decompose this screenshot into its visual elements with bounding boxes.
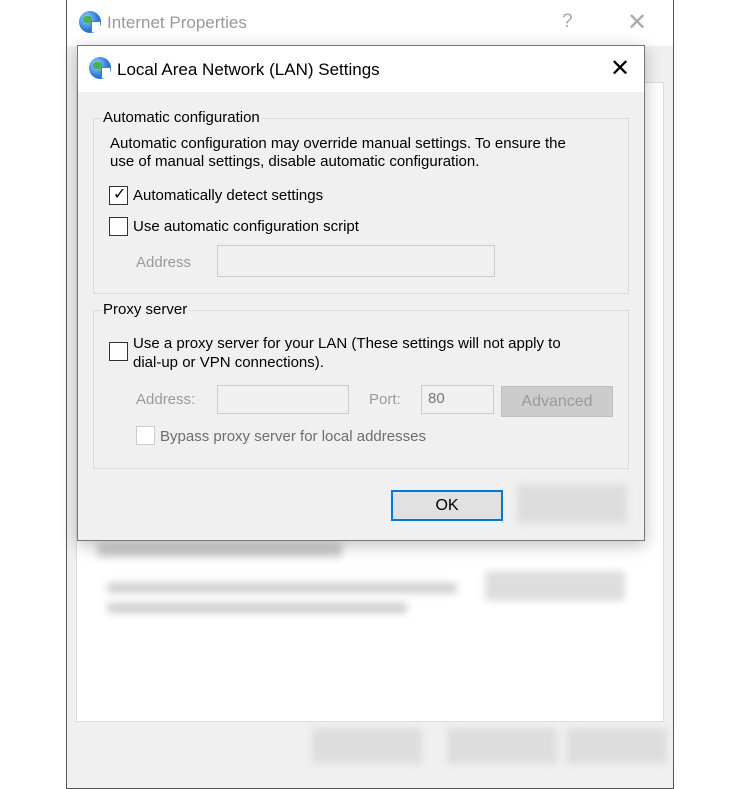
auto-config-description: use of manual settings, disable automati… [110, 153, 480, 170]
outer-window-title: Internet Properties [107, 13, 247, 32]
help-button[interactable]: ? [562, 11, 573, 33]
dialog-title: Local Area Network (LAN) Settings [117, 60, 380, 79]
port-input[interactable]: 80 [421, 385, 494, 414]
proxy-address-label: Address: [136, 391, 196, 408]
blurred-cancel-button[interactable] [517, 484, 627, 524]
internet-globe-icon [89, 57, 111, 79]
port-label: Port: [369, 391, 401, 408]
advanced-button[interactable]: Advanced [501, 386, 613, 417]
internet-globe-icon [79, 11, 101, 33]
auto-detect-checkbox[interactable]: ✓ [109, 186, 128, 205]
use-proxy-label[interactable]: Use a proxy server for your LAN (These s… [133, 335, 561, 352]
blurred-lan-settings-button[interactable] [485, 571, 625, 601]
proxy-address-input[interactable] [217, 385, 349, 414]
ok-button[interactable]: OK [391, 490, 503, 521]
lan-settings-dialog: Local Area Network (LAN) Settings ✕ Auto… [77, 45, 645, 541]
close-button[interactable]: ✕ [610, 54, 630, 83]
lan-title-bar: Local Area Network (LAN) Settings ✕ [78, 46, 644, 92]
script-address-input[interactable] [217, 245, 495, 277]
blurred-apply-button[interactable] [567, 728, 667, 764]
auto-config-description: Automatic configuration may override man… [110, 135, 566, 152]
blurred-text [107, 583, 457, 593]
blurred-ok-button[interactable] [312, 728, 422, 764]
bypass-local-label[interactable]: Bypass proxy server for local addresses [160, 428, 426, 445]
automatic-configuration-legend: Automatic configuration [101, 109, 262, 126]
use-proxy-label[interactable]: dial-up or VPN connections). [133, 354, 324, 371]
script-address-label: Address [136, 254, 192, 271]
bypass-local-checkbox[interactable] [136, 426, 155, 445]
blurred-text [107, 603, 407, 613]
auto-detect-label[interactable]: Automatically detect settings [133, 187, 323, 204]
outer-close-button[interactable]: ✕ [627, 8, 647, 37]
auto-script-checkbox[interactable] [109, 217, 128, 236]
use-proxy-checkbox[interactable] [109, 342, 128, 361]
blurred-group-label [97, 543, 342, 557]
outer-title-bar: Internet Properties ? ✕ [67, 0, 673, 46]
auto-script-label[interactable]: Use automatic configuration script [133, 218, 359, 235]
checkmark-icon: ✓ [113, 186, 127, 203]
blurred-cancel-button[interactable] [447, 728, 557, 764]
proxy-server-legend: Proxy server [101, 301, 190, 318]
